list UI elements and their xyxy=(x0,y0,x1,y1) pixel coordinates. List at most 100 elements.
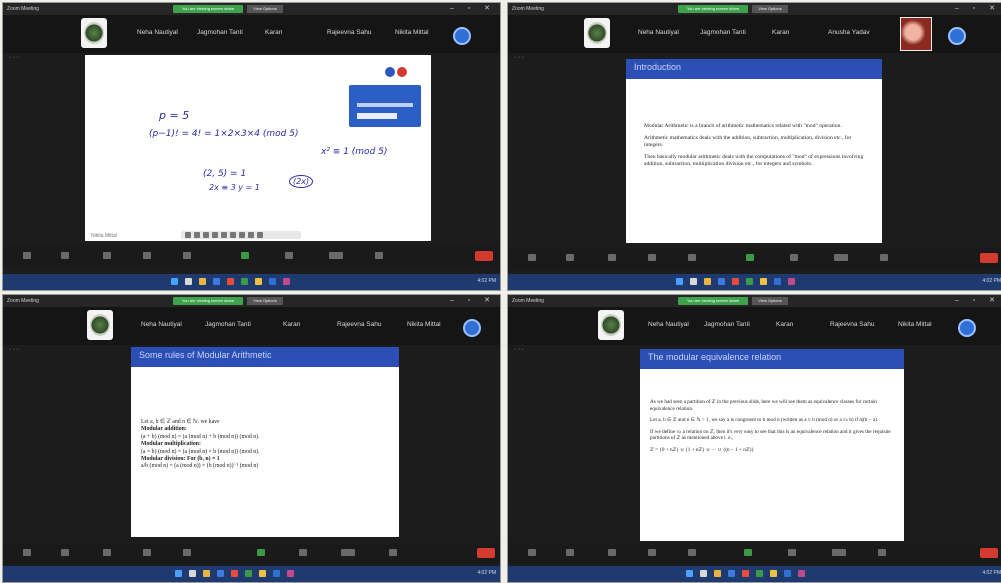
leave-button[interactable] xyxy=(475,251,493,261)
window-controls[interactable]: – ▫ ✕ xyxy=(955,296,1001,304)
participant-name[interactable]: Neha Nautiyal xyxy=(137,29,178,36)
chat-icon[interactable] xyxy=(688,549,696,556)
app-icon[interactable] xyxy=(283,278,290,285)
app-icon[interactable] xyxy=(255,278,262,285)
chat-icon[interactable] xyxy=(183,252,191,259)
share-screen-icon[interactable] xyxy=(744,549,752,556)
participant-name[interactable]: Nikita Mittal xyxy=(898,321,932,328)
zoom-icon[interactable] xyxy=(774,278,781,285)
mail-icon[interactable] xyxy=(718,278,725,285)
security-icon[interactable] xyxy=(103,549,111,556)
mail-icon[interactable] xyxy=(213,278,220,285)
view-options-button[interactable]: View Options xyxy=(752,297,788,305)
view-icon[interactable] xyxy=(834,254,848,261)
view-icon[interactable] xyxy=(341,549,355,556)
participant-name[interactable]: Neha Nautiyal xyxy=(141,321,182,328)
participants-icon[interactable] xyxy=(143,252,151,259)
participant-name[interactable]: Anusha Yadav xyxy=(828,29,870,36)
participant-name[interactable]: Jagmohan Tanti xyxy=(197,29,243,36)
record-icon[interactable] xyxy=(299,549,307,556)
video-icon[interactable] xyxy=(61,549,69,556)
folder-icon[interactable] xyxy=(714,570,721,577)
participants-icon[interactable] xyxy=(648,549,656,556)
share-screen-icon[interactable] xyxy=(746,254,754,261)
view-icon[interactable] xyxy=(329,252,343,259)
participant-name[interactable]: Jagmohan Tanti xyxy=(700,29,746,36)
mail-icon[interactable] xyxy=(217,570,224,577)
view-options-button[interactable]: View Options xyxy=(247,297,283,305)
participants-icon[interactable] xyxy=(143,549,151,556)
security-icon[interactable] xyxy=(103,252,111,259)
apps-icon[interactable] xyxy=(880,254,888,261)
video-icon[interactable] xyxy=(566,549,574,556)
participant-name[interactable]: Karan xyxy=(776,321,793,328)
start-icon[interactable] xyxy=(676,278,683,285)
record-icon[interactable] xyxy=(790,254,798,261)
mic-icon[interactable] xyxy=(23,252,31,259)
security-icon[interactable] xyxy=(608,254,616,261)
participant-name[interactable]: Jagmohan Tanti xyxy=(704,321,750,328)
share-banner[interactable]: You are viewing screen share xyxy=(678,297,748,305)
share-screen-icon[interactable] xyxy=(257,549,265,556)
avatar[interactable] xyxy=(453,27,471,45)
participant-name[interactable]: Neha Nautiyal xyxy=(638,29,679,36)
mic-icon[interactable] xyxy=(528,549,536,556)
participant-name[interactable]: Karan xyxy=(283,321,300,328)
avatar[interactable] xyxy=(948,27,966,45)
folder-icon[interactable] xyxy=(203,570,210,577)
participant-name[interactable]: Karan xyxy=(772,29,789,36)
view-icon[interactable] xyxy=(832,549,846,556)
video-icon[interactable] xyxy=(566,254,574,261)
more-icon[interactable]: ◦ ◦ ◦ xyxy=(9,55,19,61)
app-icon[interactable] xyxy=(259,570,266,577)
record-icon[interactable] xyxy=(788,549,796,556)
share-banner[interactable]: You are viewing screen share xyxy=(678,5,748,13)
start-icon[interactable] xyxy=(175,570,182,577)
apps-icon[interactable] xyxy=(375,252,383,259)
app-icon[interactable] xyxy=(760,278,767,285)
app-icon[interactable] xyxy=(788,278,795,285)
share-banner[interactable]: You are viewing screen share xyxy=(173,297,243,305)
avatar[interactable] xyxy=(463,319,481,337)
browser-icon[interactable] xyxy=(227,278,234,285)
more-icon[interactable]: ◦ ◦ ◦ xyxy=(9,347,19,353)
browser-icon[interactable] xyxy=(231,570,238,577)
avatar[interactable] xyxy=(958,319,976,337)
apps-icon[interactable] xyxy=(389,549,397,556)
app-icon[interactable] xyxy=(287,570,294,577)
participant-name[interactable]: Nikita Mittal xyxy=(395,29,429,36)
leave-button[interactable] xyxy=(477,548,495,558)
share-banner[interactable]: You are viewing screen share xyxy=(173,5,243,13)
start-icon[interactable] xyxy=(686,570,693,577)
browser-icon[interactable] xyxy=(732,278,739,285)
chat-icon[interactable] xyxy=(183,549,191,556)
more-icon[interactable]: ◦ ◦ ◦ xyxy=(514,55,524,61)
annotation-toolbar[interactable] xyxy=(181,231,301,239)
leave-button[interactable] xyxy=(980,253,998,263)
whiteboard-canvas[interactable]: p = 5 (p−1)! = 4! = 1×2×3×4 (mod 5) x² ≡… xyxy=(85,55,431,241)
participant-name[interactable]: Karan xyxy=(265,29,282,36)
more-icon[interactable]: ◦ ◦ ◦ xyxy=(514,347,524,353)
zoom-icon[interactable] xyxy=(784,570,791,577)
app-icon[interactable] xyxy=(756,570,763,577)
mail-icon[interactable] xyxy=(728,570,735,577)
browser-icon[interactable] xyxy=(742,570,749,577)
participants-icon[interactable] xyxy=(648,254,656,261)
pen-color-blue-icon[interactable] xyxy=(385,67,395,77)
window-controls[interactable]: – ▫ ✕ xyxy=(955,4,1001,12)
share-screen-icon[interactable] xyxy=(241,252,249,259)
pen-color-red-icon[interactable] xyxy=(397,67,407,77)
record-icon[interactable] xyxy=(285,252,293,259)
participant-name[interactable]: Rajeevna Sahu xyxy=(327,29,371,36)
search-icon[interactable] xyxy=(185,278,192,285)
app-icon[interactable] xyxy=(241,278,248,285)
participant-name[interactable]: Neha Nautiyal xyxy=(648,321,689,328)
apps-icon[interactable] xyxy=(878,549,886,556)
view-options-button[interactable]: View Options xyxy=(752,5,788,13)
app-icon[interactable] xyxy=(746,278,753,285)
search-icon[interactable] xyxy=(700,570,707,577)
window-controls[interactable]: – ▫ ✕ xyxy=(450,296,496,304)
search-icon[interactable] xyxy=(189,570,196,577)
participant-name[interactable]: Rajeevna Sahu xyxy=(830,321,874,328)
mic-icon[interactable] xyxy=(528,254,536,261)
